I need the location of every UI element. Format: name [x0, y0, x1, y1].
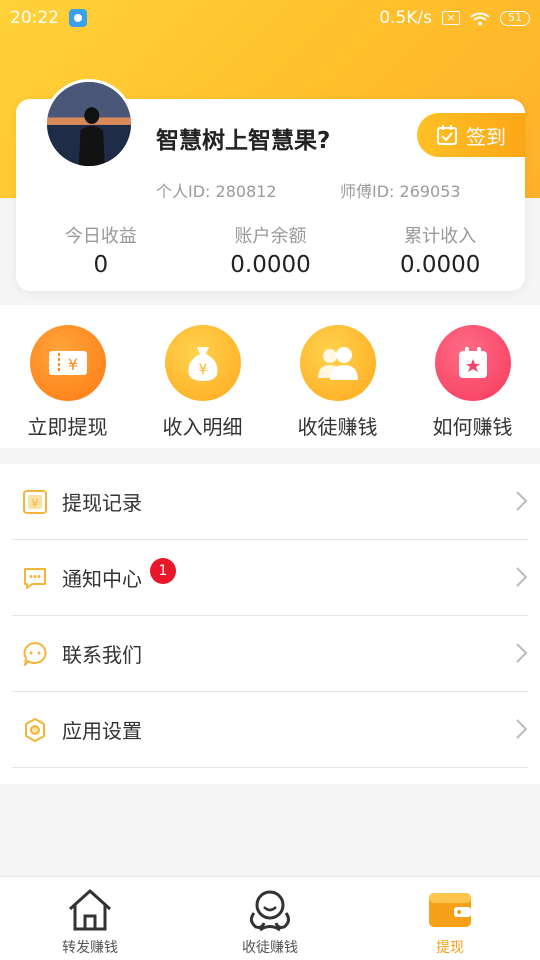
notification-icon [24, 567, 46, 589]
menu-label: 应用设置 [62, 719, 142, 743]
quick-action-label: 收入明细 [162, 415, 243, 439]
calendar-star-icon [434, 325, 511, 401]
status-bar: 20:22 0.5K/s × 51 [0, 0, 540, 36]
tab-recruit-earn[interactable]: 收徒赚钱 [180, 877, 360, 960]
money-bag-icon: ¥ [164, 325, 241, 401]
personal-id: 个人ID: 280812 [156, 182, 277, 201]
quick-action-withdraw[interactable]: ¥ 立即提现 [8, 305, 128, 448]
stat-label: 累计收入 [404, 226, 477, 247]
menu-item-notification-center[interactable]: 通知中心 1 [12, 540, 528, 616]
stat-value: 0.0000 [399, 252, 481, 278]
no-sim-icon: × [442, 11, 460, 25]
unread-badge: 1 [150, 557, 176, 584]
master-id: 师傅ID: 269053 [340, 182, 461, 201]
menu-item-app-settings[interactable]: 应用设置 [12, 692, 528, 768]
settings-icon [25, 717, 45, 742]
stat-label: 账户余额 [234, 226, 307, 247]
chevron-right-icon [516, 719, 528, 739]
chevron-right-icon [516, 643, 528, 663]
wallet-icon [429, 893, 471, 927]
quick-actions: ¥ 立即提现 ¥ 收入明细 收徒赚钱 如何赚钱 [0, 305, 540, 448]
nickname: 智慧树上智慧果? [156, 128, 331, 154]
stats-row: 今日收益 0 账户余额 0.0000 累计收入 0.0000 [16, 222, 525, 278]
stat-account-balance: 账户余额 0.0000 [186, 222, 356, 278]
quick-action-label: 立即提现 [27, 415, 108, 439]
chat-icon [23, 641, 47, 666]
profile-card: 智慧树上智慧果? 签到 个人ID: 280812 师傅ID: 269053 今日… [16, 79, 525, 291]
quick-action-how-to-earn[interactable]: 如何赚钱 [413, 305, 533, 448]
tab-label: 提现 [436, 940, 464, 956]
battery-icon: 51 [500, 10, 530, 26]
quick-action-label: 收徒赚钱 [297, 415, 378, 439]
users-icon [299, 325, 376, 401]
quick-action-label: 如何赚钱 [432, 415, 513, 439]
stat-value: 0.0000 [230, 252, 311, 278]
wifi-icon [470, 11, 490, 26]
quick-action-recruit[interactable]: 收徒赚钱 [278, 305, 398, 448]
menu-label: 提现记录 [62, 491, 142, 515]
menu-item-contact-us[interactable]: 联系我们 [12, 616, 528, 692]
menu-label: 通知中心 [62, 567, 142, 591]
network-speed: 0.5K/s [379, 8, 432, 28]
tab-forward-earn[interactable]: 转发赚钱 [0, 877, 180, 960]
menu-item-withdraw-record[interactable]: ¥ 提现记录 [12, 464, 528, 540]
tab-label: 收徒赚钱 [242, 940, 298, 956]
tab-label: 转发赚钱 [62, 940, 118, 956]
svg-text:¥: ¥ [32, 497, 39, 510]
quick-action-income-detail[interactable]: ¥ 收入明细 [143, 305, 263, 448]
menu-label: 联系我们 [62, 643, 142, 667]
stat-total-income: 累计收入 0.0000 [355, 222, 525, 278]
checkin-label: 签到 [466, 124, 506, 149]
home-icon [68, 889, 112, 931]
svg-text:¥: ¥ [67, 355, 77, 374]
stat-label: 今日收益 [64, 226, 137, 247]
status-time: 20:22 [10, 8, 59, 28]
svg-text:¥: ¥ [198, 362, 207, 378]
avatar[interactable] [44, 79, 134, 169]
bottom-tab-bar: 转发赚钱 收徒赚钱 提现 [0, 876, 540, 960]
ticket-yen-icon: ¥ [29, 325, 106, 401]
menu-list: ¥ 提现记录 通知中心 1 联系我们 应用设置 [0, 464, 540, 784]
app-notification-icon [69, 9, 87, 27]
chevron-right-icon [516, 491, 528, 511]
stat-today-earnings: 今日收益 0 [16, 222, 186, 278]
checkin-button[interactable]: 签到 [417, 113, 525, 157]
stat-value: 0 [93, 252, 109, 278]
withdraw-record-icon: ¥ [23, 489, 47, 514]
people-icon [249, 890, 291, 932]
tab-withdraw[interactable]: 提现 [360, 877, 540, 960]
calendar-check-icon [437, 125, 457, 145]
chevron-right-icon [516, 567, 528, 587]
